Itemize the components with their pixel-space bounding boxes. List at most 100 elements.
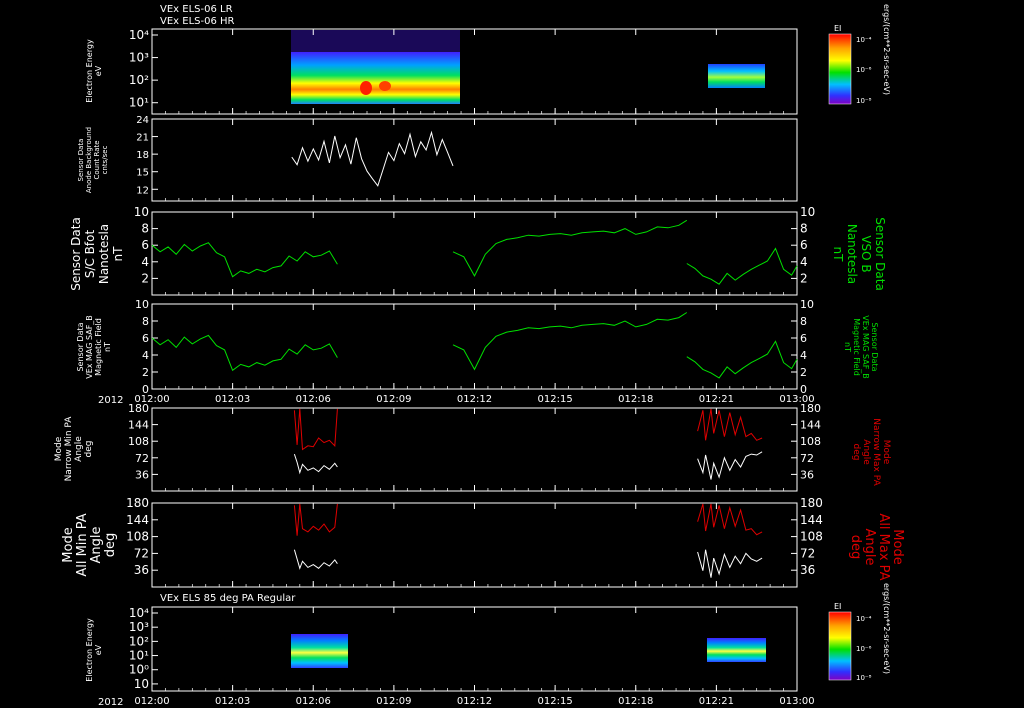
y-tick-label: 10¹ xyxy=(129,96,149,110)
ylabel-p5-line3: Angle xyxy=(74,436,84,462)
y-tick-label: 10² xyxy=(129,634,149,648)
ylabel-p3-line4: nT xyxy=(111,246,125,262)
spectrogram-block-1 xyxy=(291,52,460,104)
ylabel-p4-line3: Magnetic Field xyxy=(94,318,103,376)
spectrogram-noise-band xyxy=(291,30,460,52)
y-tick-label-right: 144 xyxy=(800,419,821,432)
y-tick-label: 10 xyxy=(134,205,149,219)
y-tick-label-right: 8 xyxy=(800,222,808,236)
y-tick-label-right: 0 xyxy=(800,383,807,396)
time-axis-year-mid: 2012 xyxy=(98,395,123,406)
y-tick-label: 180 xyxy=(128,402,149,415)
y-tick-label-right: 2 xyxy=(800,271,808,285)
y-tick-label-right: 36 xyxy=(800,468,814,481)
rlabel-p4-line4: nT xyxy=(843,342,852,352)
rlabel-p6-line2: All Max PA xyxy=(876,513,891,580)
colorbar-bottom-tick-0: 10⁻⁴ xyxy=(856,615,872,623)
ylabel-p3-line1: Sensor Data xyxy=(69,217,83,291)
spectrogram-block-2 xyxy=(708,64,765,88)
y-tick-label: 24 xyxy=(136,115,149,126)
ylabel-p6-line3: Angle xyxy=(89,527,104,564)
spectrogram-block-3 xyxy=(291,634,348,668)
time-axis-year-bottom: 2012 xyxy=(98,697,123,708)
series-line-0 xyxy=(293,453,338,475)
time-tick-label: 012:09 xyxy=(376,696,411,707)
time-tick-label: 012:12 xyxy=(457,696,492,707)
y-tick-label-right: 144 xyxy=(800,513,823,527)
time-tick-label: 012:12 xyxy=(457,394,492,405)
colorbar-bottom-units: ergs/(cm**2-sr-sec-eV) xyxy=(882,583,891,674)
y-tick-label: 2 xyxy=(141,271,149,285)
time-tick-label: 012:18 xyxy=(618,394,653,405)
plot-stage: VEx ELS-06 LR VEx ELS-06 HR VEx ELS 85 d… xyxy=(54,4,905,708)
time-tick-label: 012:18 xyxy=(618,696,653,707)
y-tick-label: 144 xyxy=(128,419,149,432)
rlabel-p5-line1: Mode xyxy=(881,440,891,465)
ylabel-p4-line4: nT xyxy=(103,342,112,352)
y-tick-label: 15 xyxy=(136,168,149,179)
chart-marks: 10⁴10³10²10¹12151821242 24 46 68 810 10012:00… xyxy=(126,28,823,707)
ylabel-p3-line3: Nanotesla xyxy=(97,224,111,284)
panel-frame-bfot xyxy=(151,211,798,296)
series-line-0 xyxy=(151,334,338,372)
y-tick-label-right: 180 xyxy=(800,402,821,415)
series-line-2 xyxy=(686,247,798,285)
spectrogram-hotspot-2 xyxy=(379,81,391,91)
ylabel-p2-line2: Anode Background xyxy=(85,127,93,193)
ylabel-p5-line2: Narrow Min PA xyxy=(64,416,74,482)
y-tick-label-right: 4 xyxy=(800,255,808,269)
y-tick-label: 10³ xyxy=(129,51,149,65)
panel-frame-count-rate xyxy=(151,118,798,202)
colorbar-top-tick-0: 10⁻⁴ xyxy=(856,36,872,44)
y-tick-label: 108 xyxy=(128,435,149,448)
time-tick-label: 012:03 xyxy=(215,696,250,707)
ylabel-p4-line2: VEx MAG SAF_B xyxy=(85,315,94,379)
series-line-1 xyxy=(452,219,688,277)
spectrogram-top xyxy=(291,30,765,104)
ylabel-p5-line1: Mode xyxy=(54,436,64,461)
panel-frame-all-pa xyxy=(151,502,798,588)
rlabel-p5-line4: deg xyxy=(851,444,861,461)
right-axis-labels: Sensor Data VSO B Nanotesla nT Sensor Da… xyxy=(831,217,905,580)
y-tick-label: 72 xyxy=(134,546,149,560)
rlabel-p3-line4: nT xyxy=(831,247,845,263)
y-tick-label-right: 108 xyxy=(800,530,823,544)
series-line-0 xyxy=(151,242,338,278)
y-tick-label: 180 xyxy=(126,496,149,510)
rlabel-p4-line3: Magnetic Field xyxy=(852,318,861,376)
y-tick-label-right: 6 xyxy=(800,238,808,252)
y-tick-label: 10 xyxy=(135,298,149,311)
y-tick-label-right: 180 xyxy=(800,496,823,510)
y-tick-label: 6 xyxy=(142,332,149,345)
y-tick-label: 144 xyxy=(126,513,149,527)
ylabel-p3-line2: S/C Bfot xyxy=(83,230,97,279)
y-tick-label: 4 xyxy=(142,349,149,362)
y-tick-label: 10⁴ xyxy=(129,28,149,42)
colorbar-top-units: ergs/(cm**2-sr-sec-eV) xyxy=(882,4,891,95)
rlabel-p5-line3: Angle xyxy=(861,439,871,465)
panel7-title: VEx ELS 85 deg PA Regular xyxy=(160,593,296,604)
y-tick-label: 36 xyxy=(134,563,149,577)
y-tick-label-right: 8 xyxy=(800,315,807,328)
time-tick-label: 012:06 xyxy=(296,394,331,405)
time-tick-label: 012:09 xyxy=(376,394,411,405)
ylabel-p2-line4: cnts/sec xyxy=(101,145,109,174)
series-line-2 xyxy=(686,340,798,379)
y-tick-label: 4 xyxy=(141,255,149,269)
time-tick-label: 012:21 xyxy=(699,696,734,707)
rlabel-p3-line3: Nanotesla xyxy=(845,224,859,284)
panel-frame-mag xyxy=(151,303,798,390)
left-axis-labels: Electron Energy eV Sensor Data Anode Bac… xyxy=(54,39,125,682)
ylabel-p1-line1: Electron Energy xyxy=(85,39,94,103)
ylabel-p2-line3: Count Rate xyxy=(93,140,101,179)
rlabel-p6-line1: Mode xyxy=(890,529,905,564)
rlabel-p5-line2: Narrow Max PA xyxy=(871,418,881,486)
time-tick-label: 012:06 xyxy=(296,696,331,707)
rlabel-p6-line3: Angle xyxy=(862,529,877,566)
colorbar-bottom: EI 10⁻⁴ 10⁻⁶ 10⁻⁸ ergs/(cm**2-sr-sec-eV) xyxy=(828,583,891,682)
y-tick-label-right: 72 xyxy=(800,452,814,465)
time-tick-label: 012:03 xyxy=(215,394,250,405)
y-tick-label: 10⁴ xyxy=(129,606,149,620)
rlabel-p3-line1: Sensor Data xyxy=(873,217,887,291)
series-line-1 xyxy=(452,312,688,371)
